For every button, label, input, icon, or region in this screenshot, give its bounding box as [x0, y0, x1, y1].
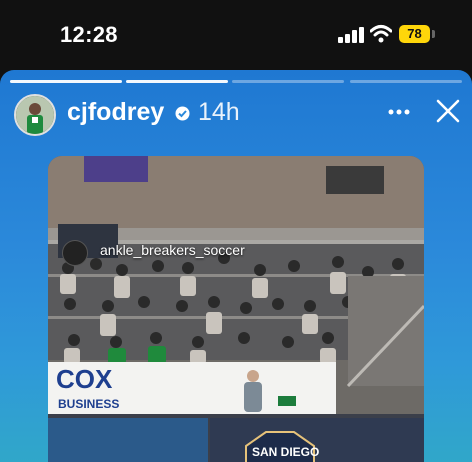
cellular-signal-icon [338, 27, 364, 43]
story-viewer[interactable]: cjfodrey 14h COX BUSINESS SAN DIEGO ankl… [0, 70, 472, 462]
more-options-icon[interactable] [388, 102, 410, 122]
avatar[interactable] [14, 94, 56, 136]
story-username[interactable]: cjfodrey [67, 98, 164, 127]
shared-post-image[interactable]: COX BUSINESS SAN DIEGO [48, 156, 424, 462]
battery-cap [432, 30, 435, 38]
verified-badge-icon [175, 106, 190, 121]
battery-indicator: 78 [399, 25, 430, 43]
status-bar: 12:28 78 [0, 0, 472, 70]
tagged-account-avatar[interactable] [62, 240, 88, 266]
san-diego-badge-text: SAN DIEGO [252, 445, 319, 459]
wifi-icon [370, 25, 392, 43]
story-progress-segment [350, 80, 462, 83]
banner-cox-text: COX [56, 364, 113, 394]
story-time-ago: 14h [198, 98, 240, 126]
story-progress-segment [126, 80, 228, 83]
close-icon[interactable] [435, 98, 461, 124]
banner-business-text: BUSINESS [58, 397, 119, 411]
story-progress-segment [10, 80, 122, 83]
status-time: 12:28 [60, 22, 118, 47]
tagged-account-label[interactable]: ankle_breakers_soccer [100, 242, 245, 258]
story-progress-segment [232, 80, 344, 83]
